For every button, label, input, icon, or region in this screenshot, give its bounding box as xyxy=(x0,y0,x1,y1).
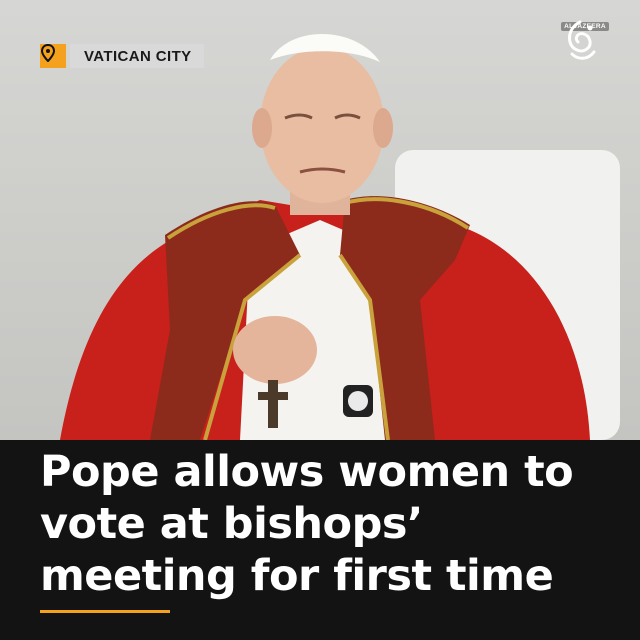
watch-face xyxy=(348,391,368,411)
headline: Pope allows women to vote at bishops’ me… xyxy=(40,447,574,601)
al-jazeera-logo-icon xyxy=(568,20,596,60)
ear-right xyxy=(373,108,393,148)
map-pin-icon xyxy=(40,44,66,68)
pectoral-cross xyxy=(268,380,278,428)
location-tag: VATICAN CITY xyxy=(40,44,204,68)
location-label: VATICAN CITY xyxy=(70,44,204,68)
news-photo: VATICAN CITY ALJAZEERA xyxy=(0,0,640,440)
al-jazeera-logo: ALJAZEERA xyxy=(560,20,610,82)
accent-underline xyxy=(40,610,170,613)
ear-left xyxy=(252,108,272,148)
news-card: VATICAN CITY ALJAZEERA Pope allows women… xyxy=(0,0,640,640)
head xyxy=(260,47,384,203)
hands xyxy=(233,316,317,384)
pectoral-cross-bar xyxy=(258,392,288,400)
